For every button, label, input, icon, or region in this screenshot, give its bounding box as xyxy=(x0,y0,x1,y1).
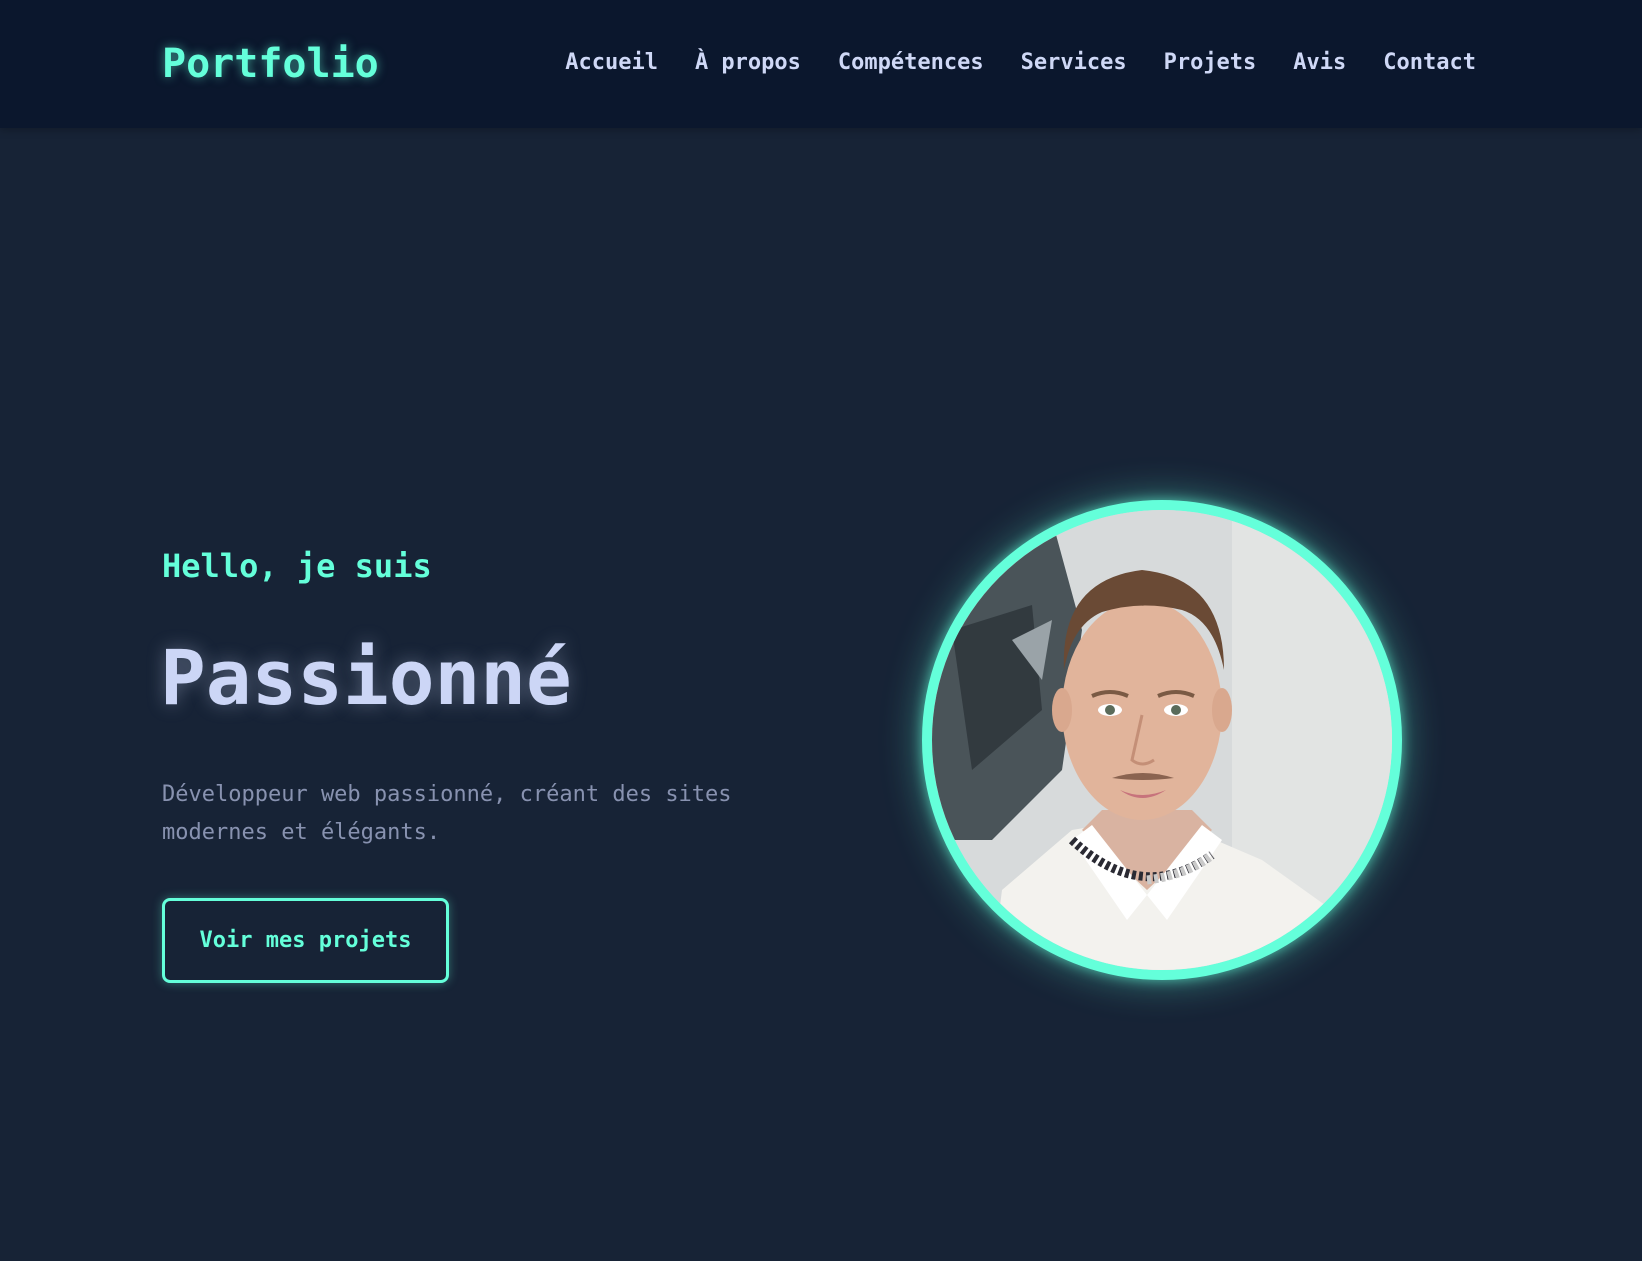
nav-link-competences[interactable]: Compétences xyxy=(838,46,984,80)
profile-photo xyxy=(922,500,1402,980)
profile-photo-illustration xyxy=(932,510,1392,970)
hero-description: Développeur web passionné, créant des si… xyxy=(162,782,732,845)
nav-link-avis[interactable]: Avis xyxy=(1293,46,1346,80)
nav-link-accueil[interactable]: Accueil xyxy=(565,46,658,80)
site-logo[interactable]: Portfolio xyxy=(162,38,379,90)
navbar: Portfolio Accueil À propos Compétences S… xyxy=(0,0,1642,128)
nav-link-a-propos[interactable]: À propos xyxy=(695,46,801,80)
nav-link-contact[interactable]: Contact xyxy=(1383,46,1476,80)
nav-link-services[interactable]: Services xyxy=(1021,46,1127,80)
hero-greeting: Hello, je suis xyxy=(162,547,432,585)
hero-title: Passionné xyxy=(160,633,572,722)
nav-link-projets[interactable]: Projets xyxy=(1164,46,1257,80)
nav-links: Accueil À propos Compétences Services Pr… xyxy=(565,46,1476,80)
view-projects-button[interactable]: Voir mes projets xyxy=(162,898,449,983)
